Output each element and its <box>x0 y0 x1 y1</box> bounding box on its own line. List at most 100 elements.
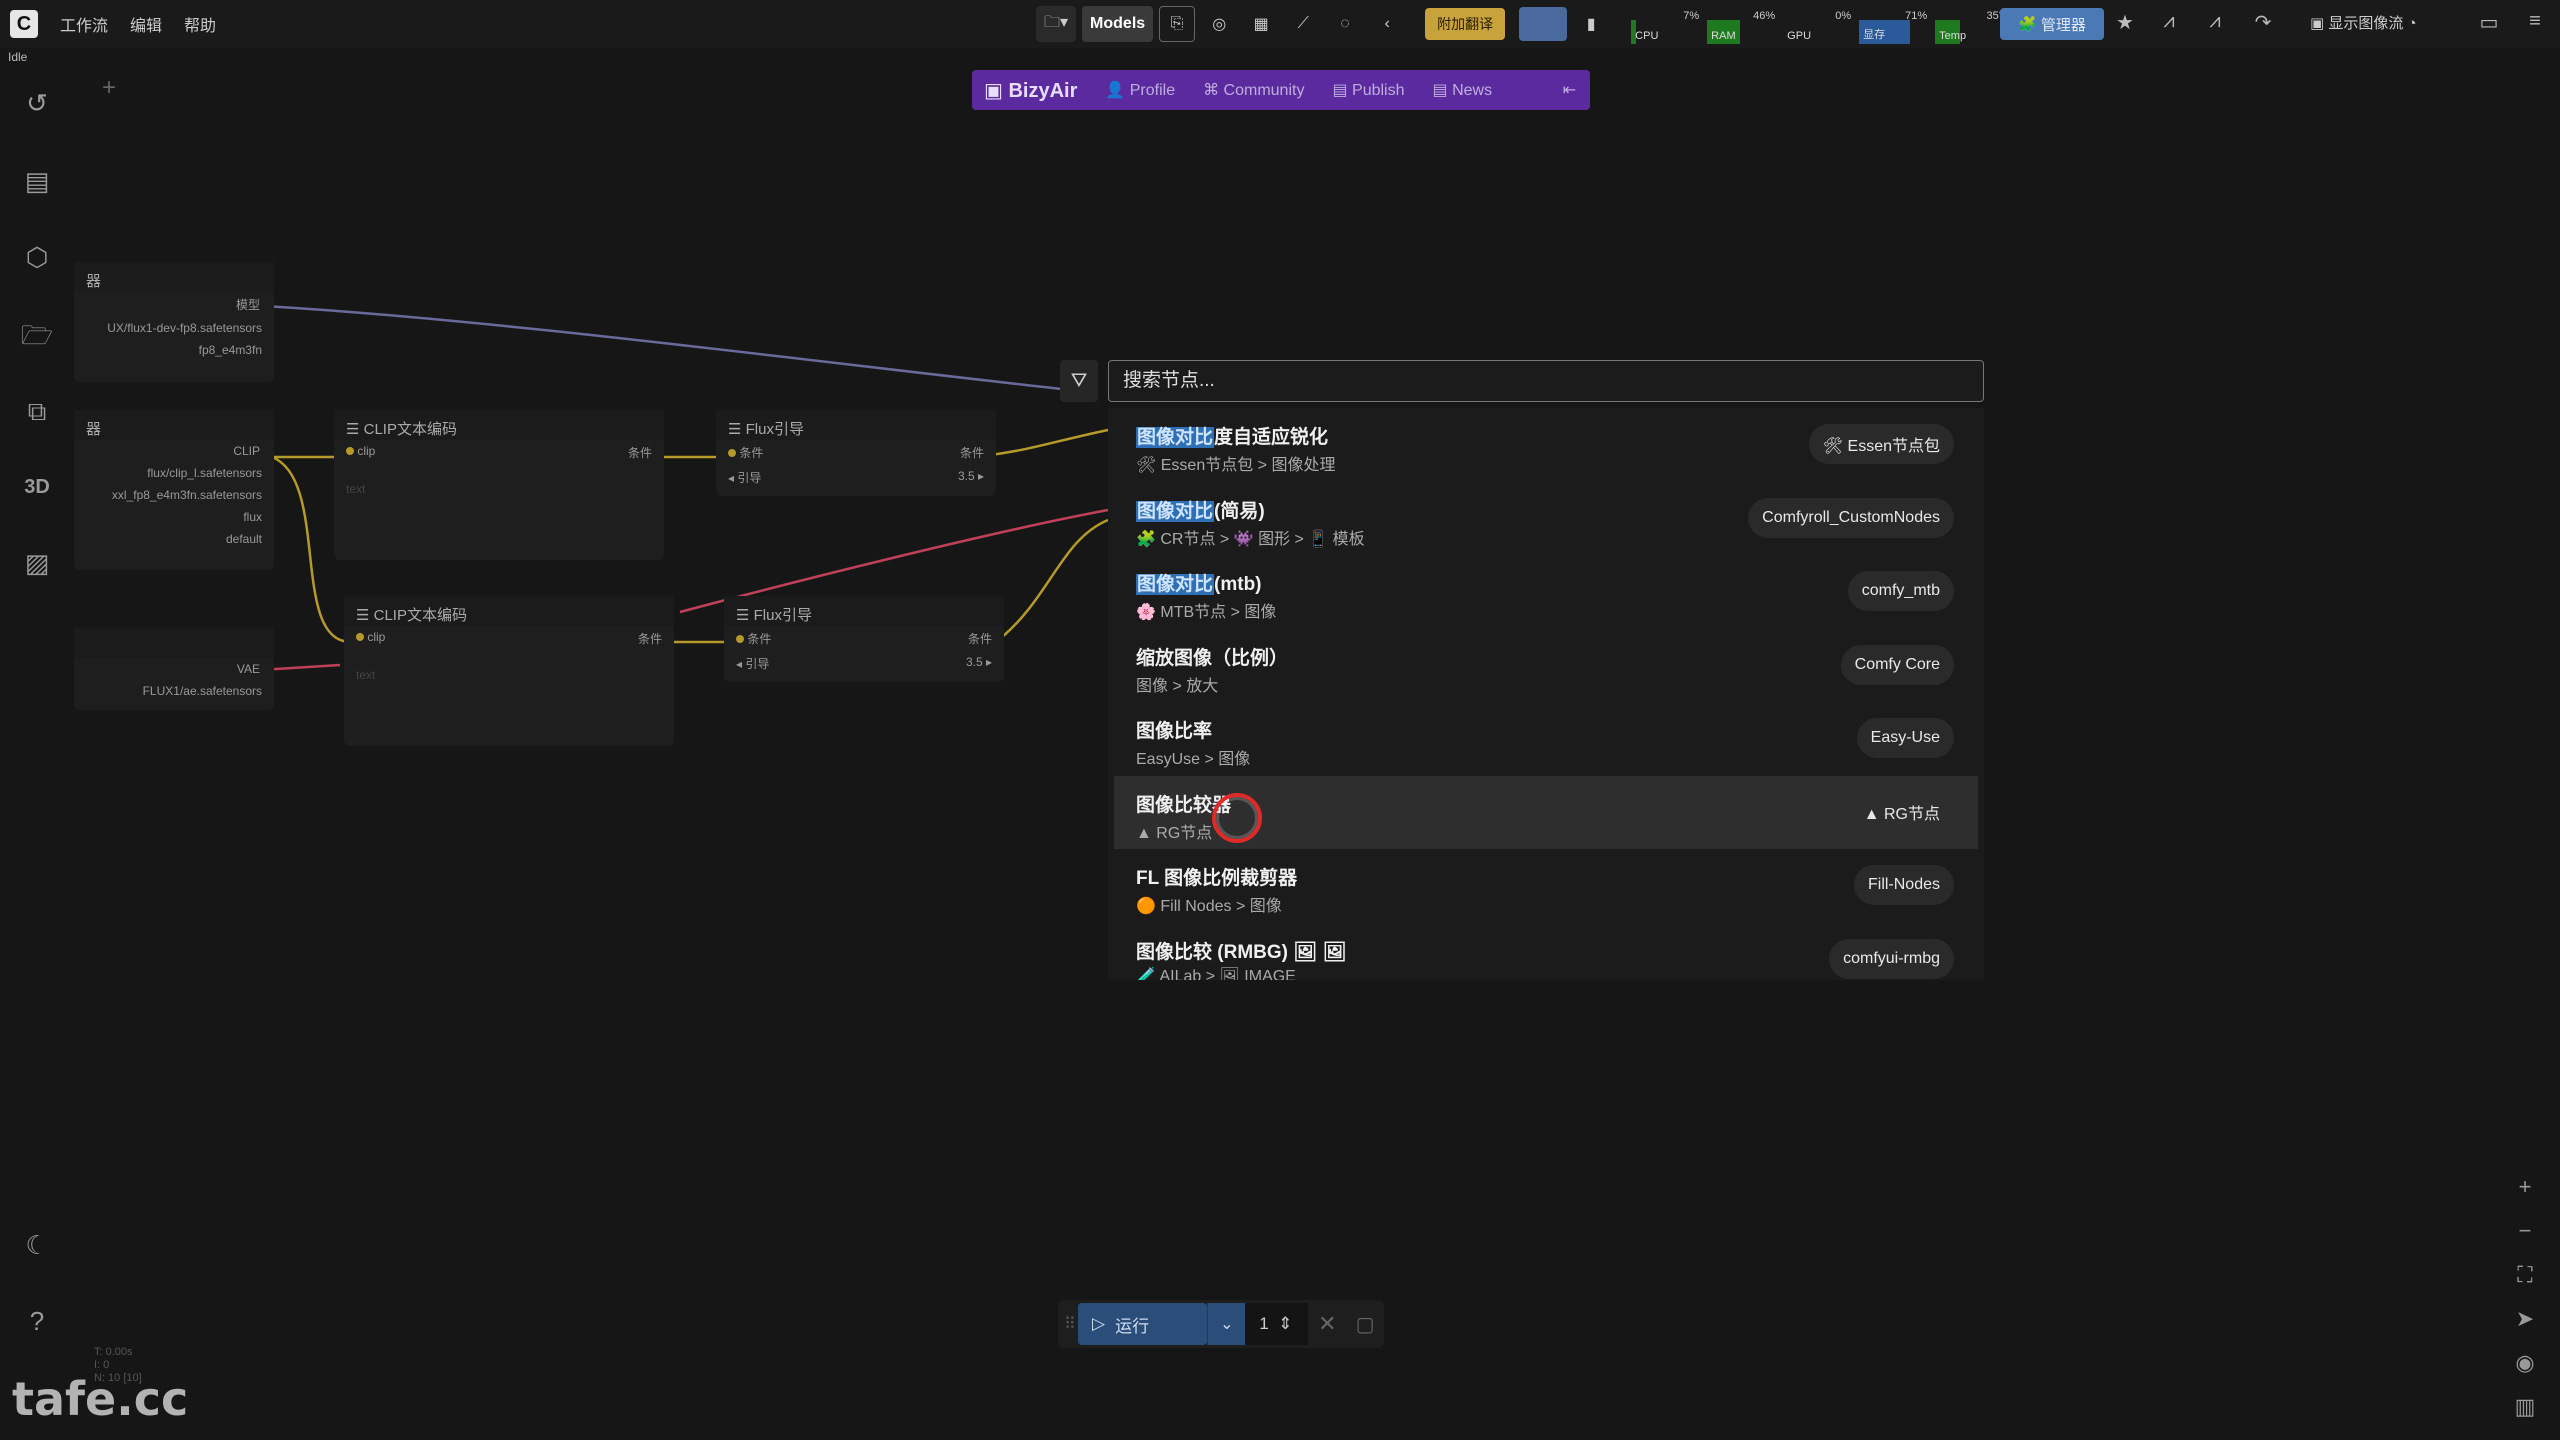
input-label: 条件 <box>747 632 772 646</box>
search-result-item[interactable]: 图像对比度自适应锐化 🛠 Essen节点包 > 图像处理 🛠 Essen节点包 <box>1108 408 1984 482</box>
search-result-item[interactable]: 图像对比(mtb) 🌸 MTB节点 > 图像 comfy_mtb <box>1108 555 1984 629</box>
search-results-list: 图像对比度自适应锐化 🛠 Essen节点包 > 图像处理 🛠 Essen节点包 … <box>1108 408 1984 980</box>
node-title: ☰ CLIP文本编码 <box>344 596 674 626</box>
cond-out-2 <box>995 518 1109 643</box>
cancel-icon[interactable]: ✕ <box>1308 1311 1346 1337</box>
widget-type[interactable]: flux <box>74 506 274 528</box>
clip-text-encode-node-2[interactable]: ☰ CLIP文本编码 clip 条件 text <box>344 596 674 746</box>
widget-value: 3.5 <box>965 655 983 669</box>
output-vae: VAE <box>236 662 260 676</box>
node-title: ☰ Flux引导 <box>716 410 996 440</box>
output-label: 条件 <box>959 446 984 460</box>
output-clip: CLIP <box>233 444 260 458</box>
search-result-item[interactable]: 图像比率 EasyUse > 图像 Easy-Use <box>1108 702 1984 776</box>
bizyair-community[interactable]: ⌘ Community <box>1203 80 1304 100</box>
result-title-rest: 图像比较 (RMBG) 🖼 🖼 <box>1136 941 1347 963</box>
bizyair-profile[interactable]: 👤 Profile <box>1105 80 1175 100</box>
node-title-text: CLIP文本编码 <box>363 421 457 438</box>
run-mode-chevron-down-icon[interactable]: ⌄ <box>1207 1303 1246 1345</box>
widget-label: 引导 <box>745 657 770 671</box>
bizyair-profile-label: Profile <box>1129 82 1176 99</box>
result-source-badge: comfyui-rmbg <box>1829 938 1954 979</box>
result-source-badge: Easy-Use <box>1856 718 1954 758</box>
minimap-icon[interactable]: ▥ <box>2512 1394 2538 1420</box>
guidance-widget[interactable]: ◂ 引导 3.5 ▸ <box>724 651 1004 676</box>
node-title <box>74 628 274 658</box>
node-title: 器 <box>74 262 274 292</box>
bizyair-brand-label: BizyAir <box>1008 79 1078 102</box>
vae-loader-node[interactable]: VAE FLUX1/ae.safetensors <box>74 628 274 710</box>
batch-count-value: 1 <box>1259 1314 1269 1333</box>
result-source-badge: Fill-Nodes <box>1853 865 1954 905</box>
run-button[interactable]: ▷ 运行 <box>1078 1303 1208 1345</box>
collapse-icon[interactable]: ⇤ <box>1563 80 1576 100</box>
result-title-rest: 度自适应锐化 <box>1214 427 1329 448</box>
run-bar: ⠿ ▷ 运行 ⌄ 1 ⇕ ✕ ▢ <box>1058 1300 1384 1348</box>
bizyair-brand[interactable]: ▣ BizyAir <box>984 78 1077 103</box>
guidance-widget[interactable]: ◂ 引导 3.5 ▸ <box>716 465 996 490</box>
stat-i: I: 0 <box>94 1359 110 1371</box>
widget-vae-name[interactable]: FLUX1/ae.safetensors <box>74 680 274 702</box>
node-title: ☰ CLIP文本编码 <box>334 410 664 440</box>
text-widget[interactable]: text <box>344 664 674 686</box>
pointer-mode-icon[interactable]: ➤ <box>2512 1306 2538 1332</box>
io-row: 条件 条件 <box>716 440 996 465</box>
clip-text-encode-node-1[interactable]: ☰ CLIP文本编码 clip 条件 text <box>334 410 664 560</box>
node-search-input[interactable] <box>1108 360 1984 402</box>
flux-guidance-node-1[interactable]: ☰ Flux引导 条件 条件 ◂ 引导 3.5 ▸ <box>716 410 996 496</box>
input-clip: clip 条件 <box>334 440 664 462</box>
flux-guidance-node-2[interactable]: ☰ Flux引导 条件 条件 ◂ 引导 3.5 ▸ <box>724 596 1004 682</box>
result-title-rest: (简易) <box>1214 500 1265 522</box>
output-label: 条件 <box>967 632 992 646</box>
node-title-text: Flux引导 <box>745 421 804 438</box>
search-result-item[interactable]: 缩放图像（比例） 图像 > 放大 Comfy Core <box>1108 629 1984 703</box>
widget-weight-dtype[interactable]: fp8_e4m3fn <box>74 339 274 361</box>
drag-handle-icon[interactable]: ⠿ <box>1064 1314 1076 1334</box>
watermark: tafe.cc <box>12 1372 189 1426</box>
widget-clip2[interactable]: xxl_fp8_e4m3fn.safetensors <box>74 484 274 506</box>
node-title-text: CLIP文本编码 <box>373 607 467 624</box>
output-cond-label: 条件 <box>637 632 662 646</box>
result-source-badge: comfy_mtb <box>1847 571 1954 611</box>
widget-unet-name[interactable]: UX/flux1-dev-fp8.safetensors <box>74 317 274 339</box>
input-clip: clip 条件 <box>344 626 674 648</box>
search-result-item[interactable]: 图像比较 (RMBG) 🖼 🖼 🧪 AILab > 🖼 IMAGE comfyu… <box>1108 923 1984 980</box>
click-indicator-icon <box>1212 793 1262 843</box>
result-title-rest: FL 图像比例裁剪器 <box>1136 868 1298 889</box>
unet-loader-node[interactable]: 器 模型 UX/flux1-dev-fp8.safetensors fp8_e4… <box>74 262 274 382</box>
visibility-eye-icon[interactable]: ◉ <box>2512 1350 2538 1376</box>
dual-clip-loader-node[interactable]: 器 CLIP flux/clip_l.safetensors xxl_fp8_e… <box>74 410 274 570</box>
fit-view-icon[interactable]: ⛶ <box>2512 1262 2538 1288</box>
io-row: 条件 条件 <box>724 626 1004 651</box>
result-source-badge: Comfy Core <box>1840 644 1954 685</box>
input-clip-label: clip <box>367 630 386 644</box>
text-widget[interactable]: text <box>334 478 664 500</box>
search-result-item[interactable]: FL 图像比例裁剪器 🟠 Fill Nodes > 图像 Fill-Nodes <box>1108 849 1984 923</box>
bizyair-bar: ▣ BizyAir 👤 Profile ⌘ Community ▤ Publis… <box>972 70 1590 110</box>
widget-value: 3.5 <box>957 469 975 483</box>
bizyair-publish-label: Publish <box>1352 82 1405 99</box>
cond-out-1 <box>989 428 1109 457</box>
widget-clip1[interactable]: flux/clip_l.safetensors <box>74 462 274 484</box>
result-source-badge: 🛠 Essen节点包 <box>1808 424 1954 464</box>
widget-device[interactable]: default <box>74 528 274 550</box>
result-highlight: 图像对比 <box>1136 427 1215 448</box>
result-title-rest: 图像比率 <box>1136 721 1213 742</box>
output-cond-label: 条件 <box>627 446 652 460</box>
result-title-rest: (mtb) <box>1214 574 1262 595</box>
zoom-out-icon[interactable]: − <box>2512 1218 2538 1244</box>
result-highlight: 图像对比 <box>1136 574 1215 595</box>
bizyair-news[interactable]: ▤ News <box>1433 80 1493 100</box>
bizyair-news-label: News <box>1452 82 1493 99</box>
search-result-item[interactable]: 图像对比(简易) 🧩 CR节点 > 👾 图形 > 📱 模板 Comfyroll_… <box>1108 482 1984 556</box>
batch-count-stepper[interactable]: 1 ⇕ <box>1245 1303 1309 1345</box>
bizyair-publish[interactable]: ▤ Publish <box>1332 80 1404 100</box>
node-title: 器 <box>74 410 274 440</box>
output-model: 模型 <box>235 298 260 312</box>
filter-icon[interactable]: ⛛ <box>1060 360 1098 402</box>
zoom-in-icon[interactable]: + <box>2512 1174 2538 1200</box>
input-label: 条件 <box>739 446 764 460</box>
result-category: EasyUse > 图像 <box>1136 751 1251 768</box>
stop-icon[interactable]: ▢ <box>1346 1312 1384 1337</box>
stat-time: T: 0.00s <box>94 1346 133 1358</box>
